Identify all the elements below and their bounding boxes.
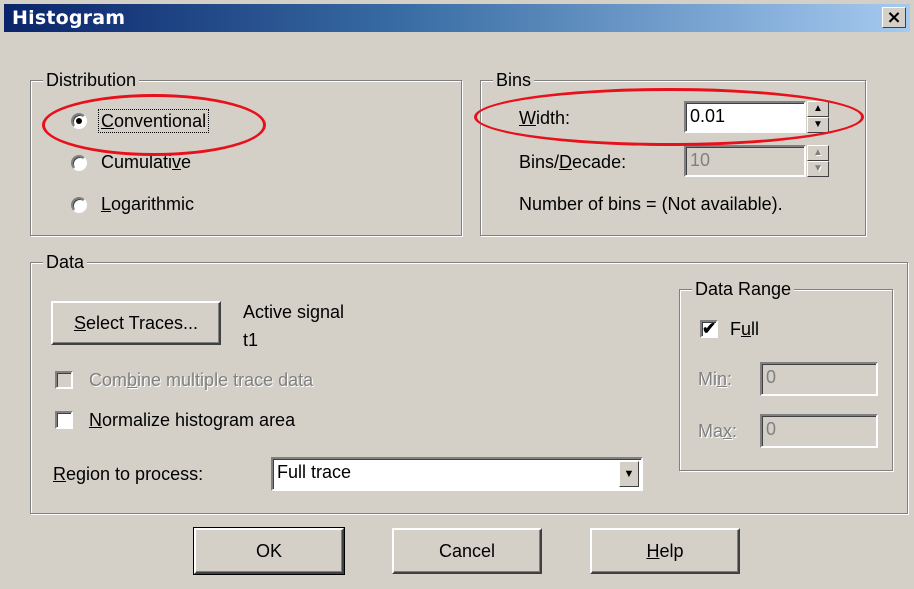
select-traces-label: Select Traces... (73, 312, 199, 333)
ok-label: OK (255, 540, 282, 561)
normalize-checkbox[interactable] (55, 411, 73, 429)
bins-spin-up-icon[interactable]: ▲ (807, 145, 829, 161)
data-group: Data Select Traces... Active signal t1 C… (30, 251, 908, 514)
min-input[interactable]: 0 (760, 362, 878, 396)
region-value: Full trace (277, 462, 352, 482)
cancel-label: Cancel (438, 540, 496, 561)
active-signal-label: Active signal (243, 302, 345, 322)
data-range-legend: Data Range (692, 278, 795, 300)
region-dropdown[interactable]: Full trace ▼ (271, 457, 643, 491)
normalize-label[interactable]: Normalize histogram area (89, 409, 295, 431)
bins-per-decade-label: Bins/Decade: (519, 152, 627, 172)
region-label: Region to process: (53, 464, 204, 484)
select-traces-button[interactable]: Select Traces... (51, 301, 221, 345)
combine-checkbox[interactable] (55, 371, 73, 389)
ok-button[interactable]: OK (193, 527, 345, 575)
highlight-ellipse-width (474, 88, 864, 146)
data-range-group: Data Range ✔ Full Min: 0 Max: 0 (679, 278, 893, 471)
radio-button-cumulative[interactable] (71, 155, 87, 171)
close-button[interactable]: × (882, 7, 906, 28)
highlight-ellipse-conventional (42, 94, 266, 156)
combine-label[interactable]: Combine multiple trace data (89, 369, 313, 391)
dropdown-arrow-icon[interactable]: ▼ (619, 461, 639, 487)
distribution-legend: Distribution (43, 69, 140, 91)
full-label[interactable]: Full (730, 318, 759, 340)
histogram-dialog: Histogram × Distribution Conventional Cu… (0, 0, 914, 589)
close-icon: × (886, 7, 902, 28)
data-legend: Data (43, 251, 88, 273)
radio-label-logarithmic[interactable]: Logarithmic (101, 193, 194, 215)
bins-per-decade-input[interactable]: 10 (684, 145, 806, 177)
active-signal-value: t1 (243, 330, 259, 350)
max-label: Max: (698, 421, 738, 441)
cancel-button[interactable]: Cancel (392, 528, 542, 574)
min-label: Min: (698, 369, 733, 389)
bins-per-decade-spinner[interactable]: ▲ ▼ (807, 145, 829, 177)
radio-button-logarithmic[interactable] (71, 197, 87, 213)
bins-legend: Bins (493, 69, 535, 91)
bins-spin-down-icon[interactable]: ▼ (807, 161, 829, 177)
max-input[interactable]: 0 (760, 414, 878, 448)
window-title: Histogram (12, 7, 126, 29)
title-bar[interactable]: Histogram × (4, 4, 910, 32)
full-checkbox[interactable]: ✔ (700, 320, 718, 338)
help-button[interactable]: Help (590, 528, 740, 574)
bin-count-text: Number of bins = (Not available). (519, 194, 783, 214)
help-label: Help (646, 540, 684, 561)
